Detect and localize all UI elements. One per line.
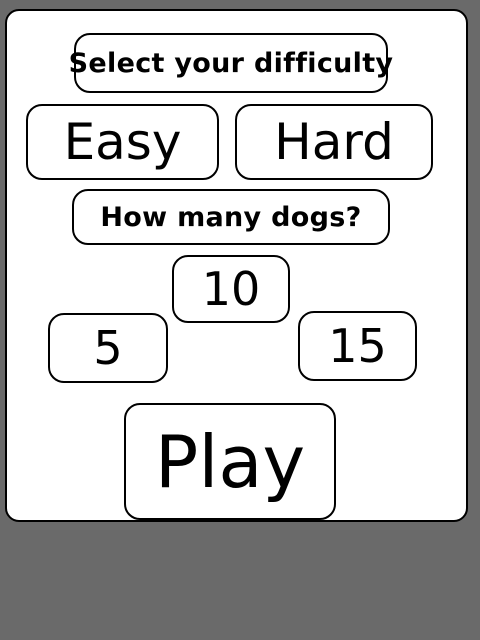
difficulty-prompt: Select your difficulty [69,33,393,93]
dogs-5-button[interactable]: 5 [48,313,168,383]
play-button[interactable]: Play [124,403,336,520]
hard-button[interactable]: Hard [235,104,433,180]
game-screen: Select your difficulty Easy Hard How man… [0,0,480,640]
dogs-10-button[interactable]: 10 [172,255,290,323]
easy-button[interactable]: Easy [26,104,219,180]
dogs-prompt: How many dogs? [72,189,390,245]
dogs-15-button[interactable]: 15 [298,311,417,381]
